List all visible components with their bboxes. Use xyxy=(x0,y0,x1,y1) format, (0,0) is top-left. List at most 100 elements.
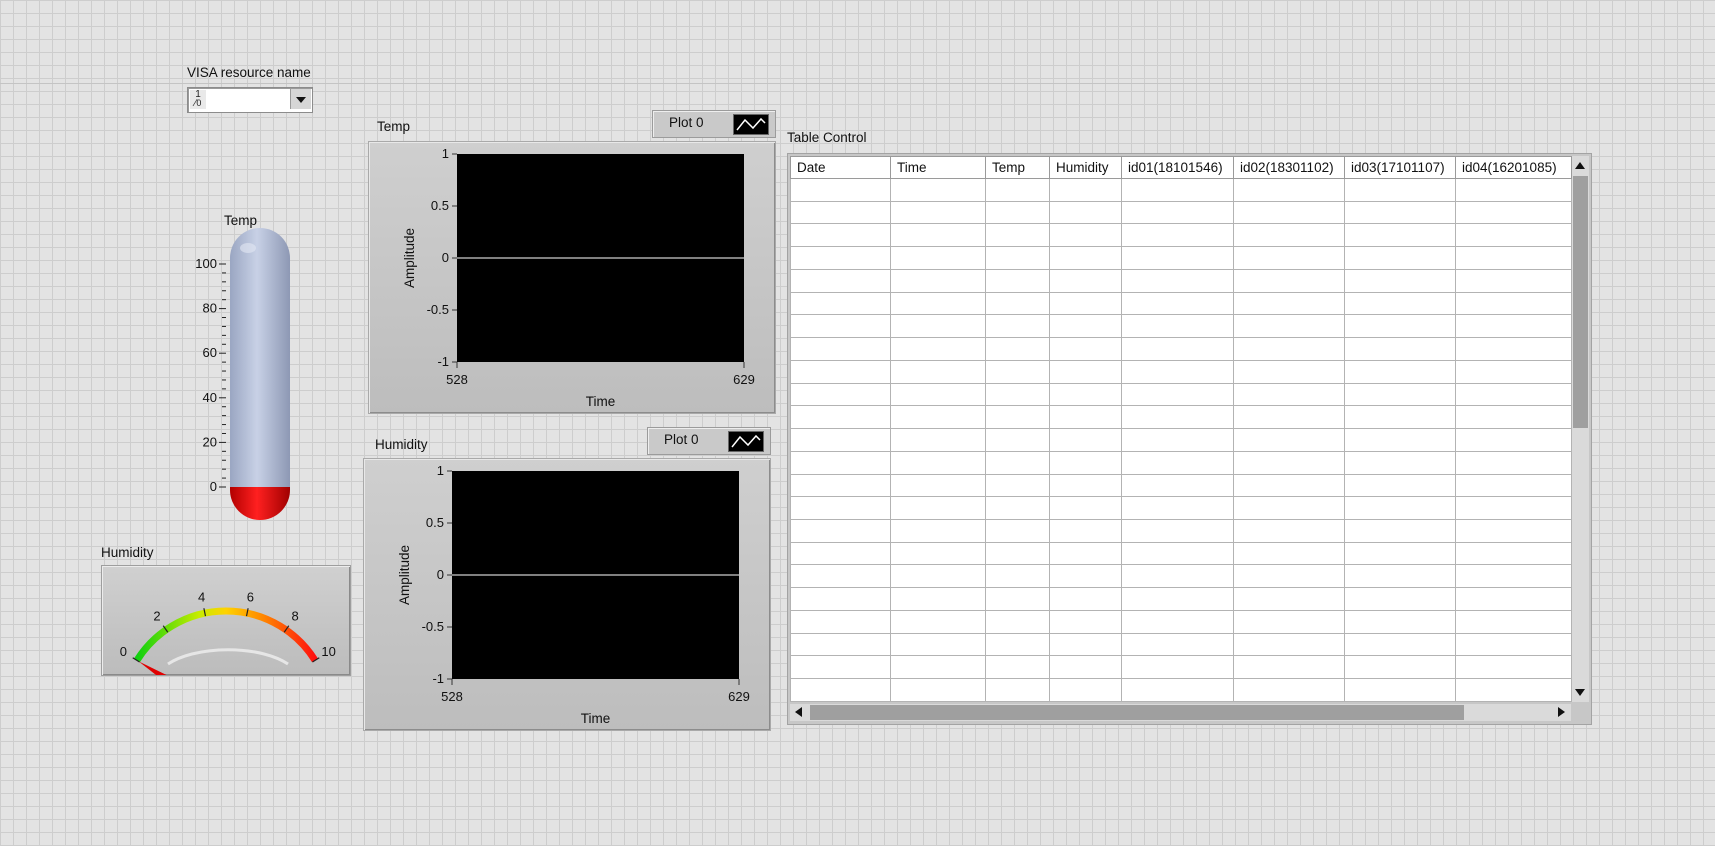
table-cell[interactable] xyxy=(1233,519,1345,543)
table-cell[interactable] xyxy=(790,496,891,521)
table-cell[interactable] xyxy=(1455,632,1572,657)
table-cell[interactable] xyxy=(985,314,1050,339)
table-cell[interactable] xyxy=(1121,178,1234,202)
table-cell[interactable] xyxy=(1455,519,1572,543)
table-cell[interactable] xyxy=(890,291,986,316)
table-cell[interactable] xyxy=(1344,382,1456,407)
table-cell[interactable] xyxy=(790,246,891,270)
table-cell[interactable] xyxy=(1344,359,1456,384)
table-cell[interactable] xyxy=(890,519,986,543)
table-cell[interactable] xyxy=(1233,291,1345,316)
table-cell[interactable] xyxy=(1233,564,1345,589)
table-cell[interactable] xyxy=(1344,496,1456,521)
table-cell[interactable] xyxy=(1455,337,1572,361)
table-cell[interactable] xyxy=(1049,314,1122,339)
column-header[interactable]: Humidity xyxy=(1049,156,1122,179)
table-cell[interactable] xyxy=(1049,337,1122,361)
table-cell[interactable] xyxy=(1233,587,1345,611)
table-cell[interactable] xyxy=(790,655,891,680)
table-cell[interactable] xyxy=(985,246,1050,270)
table-cell[interactable] xyxy=(890,655,986,680)
table-row[interactable] xyxy=(790,337,1572,361)
table-cell[interactable] xyxy=(1233,246,1345,270)
table-cell[interactable] xyxy=(890,178,986,202)
table-cell[interactable] xyxy=(985,473,1050,498)
table-cell[interactable] xyxy=(1233,359,1345,384)
table-cell[interactable] xyxy=(1455,359,1572,384)
table-cell[interactable] xyxy=(1121,473,1234,498)
table-cell[interactable] xyxy=(1121,246,1234,270)
table-cell[interactable] xyxy=(1344,178,1456,202)
table-cell[interactable] xyxy=(1455,541,1572,566)
horizontal-scroll-thumb[interactable] xyxy=(810,705,1464,720)
column-header[interactable]: id01(18101546) xyxy=(1121,156,1234,179)
table-row[interactable] xyxy=(790,291,1572,316)
table-cell[interactable] xyxy=(890,541,986,566)
table-cell[interactable] xyxy=(1455,314,1572,339)
temp-graph-legend[interactable]: Plot 0 xyxy=(652,110,776,138)
table-cell[interactable] xyxy=(1049,178,1122,202)
column-header[interactable]: id02(18301102) xyxy=(1233,156,1345,179)
table-row[interactable] xyxy=(790,178,1572,202)
table-cell[interactable] xyxy=(1344,200,1456,225)
table-cell[interactable] xyxy=(1049,655,1122,680)
table-cell[interactable] xyxy=(1121,496,1234,521)
table-cell[interactable] xyxy=(1455,655,1572,680)
table-cell[interactable] xyxy=(790,200,891,225)
column-header[interactable]: Time xyxy=(890,156,986,179)
table-cell[interactable] xyxy=(1049,223,1122,248)
table-cell[interactable] xyxy=(1455,450,1572,475)
table-cell[interactable] xyxy=(985,268,1050,293)
table-cell[interactable] xyxy=(985,223,1050,248)
table-cell[interactable] xyxy=(790,178,891,202)
table-cell[interactable] xyxy=(890,268,986,293)
table-cell[interactable] xyxy=(1233,541,1345,566)
table-cell[interactable] xyxy=(1455,223,1572,248)
table-row[interactable] xyxy=(790,314,1572,339)
table-cell[interactable] xyxy=(1233,382,1345,407)
table-row[interactable] xyxy=(790,564,1572,589)
table-cell[interactable] xyxy=(1233,268,1345,293)
table-control[interactable]: Date Time Temp Humidity id01(18101546) i… xyxy=(787,153,1592,725)
table-cell[interactable] xyxy=(1049,587,1122,611)
table-cell[interactable] xyxy=(890,223,986,248)
table-cell[interactable] xyxy=(1344,564,1456,589)
table-cell[interactable] xyxy=(1344,428,1456,452)
table-cell[interactable] xyxy=(985,519,1050,543)
table-row[interactable] xyxy=(790,405,1572,430)
table-row[interactable] xyxy=(790,200,1572,225)
table-cell[interactable] xyxy=(1121,428,1234,452)
table-cell[interactable] xyxy=(890,564,986,589)
table-cell[interactable] xyxy=(985,359,1050,384)
table-cell[interactable] xyxy=(1455,405,1572,430)
table-row[interactable] xyxy=(790,496,1572,521)
table-cell[interactable] xyxy=(1049,609,1122,634)
table-cell[interactable] xyxy=(1233,655,1345,680)
table-cell[interactable] xyxy=(1049,291,1122,316)
table-cell[interactable] xyxy=(1344,314,1456,339)
table-cell[interactable] xyxy=(1455,496,1572,521)
table-cell[interactable] xyxy=(890,428,986,452)
table-cell[interactable] xyxy=(1121,200,1234,225)
table-cell[interactable] xyxy=(1344,678,1456,702)
table-row[interactable] xyxy=(790,473,1572,498)
table-cell[interactable] xyxy=(1455,609,1572,634)
table-cell[interactable] xyxy=(790,359,891,384)
table-cell[interactable] xyxy=(790,291,891,316)
table-cell[interactable] xyxy=(890,496,986,521)
table-cell[interactable] xyxy=(790,314,891,339)
table-cell[interactable] xyxy=(985,337,1050,361)
table-cell[interactable] xyxy=(985,609,1050,634)
table-cell[interactable] xyxy=(1344,655,1456,680)
table-cell[interactable] xyxy=(790,564,891,589)
table-cell[interactable] xyxy=(1344,541,1456,566)
table-cell[interactable] xyxy=(1121,450,1234,475)
table-cell[interactable] xyxy=(1344,450,1456,475)
table-cell[interactable] xyxy=(985,496,1050,521)
table-cell[interactable] xyxy=(890,337,986,361)
table-cell[interactable] xyxy=(1233,200,1345,225)
table-cell[interactable] xyxy=(890,246,986,270)
scroll-down-icon[interactable] xyxy=(1572,684,1589,701)
table-row[interactable] xyxy=(790,223,1572,248)
table-cell[interactable] xyxy=(985,200,1050,225)
